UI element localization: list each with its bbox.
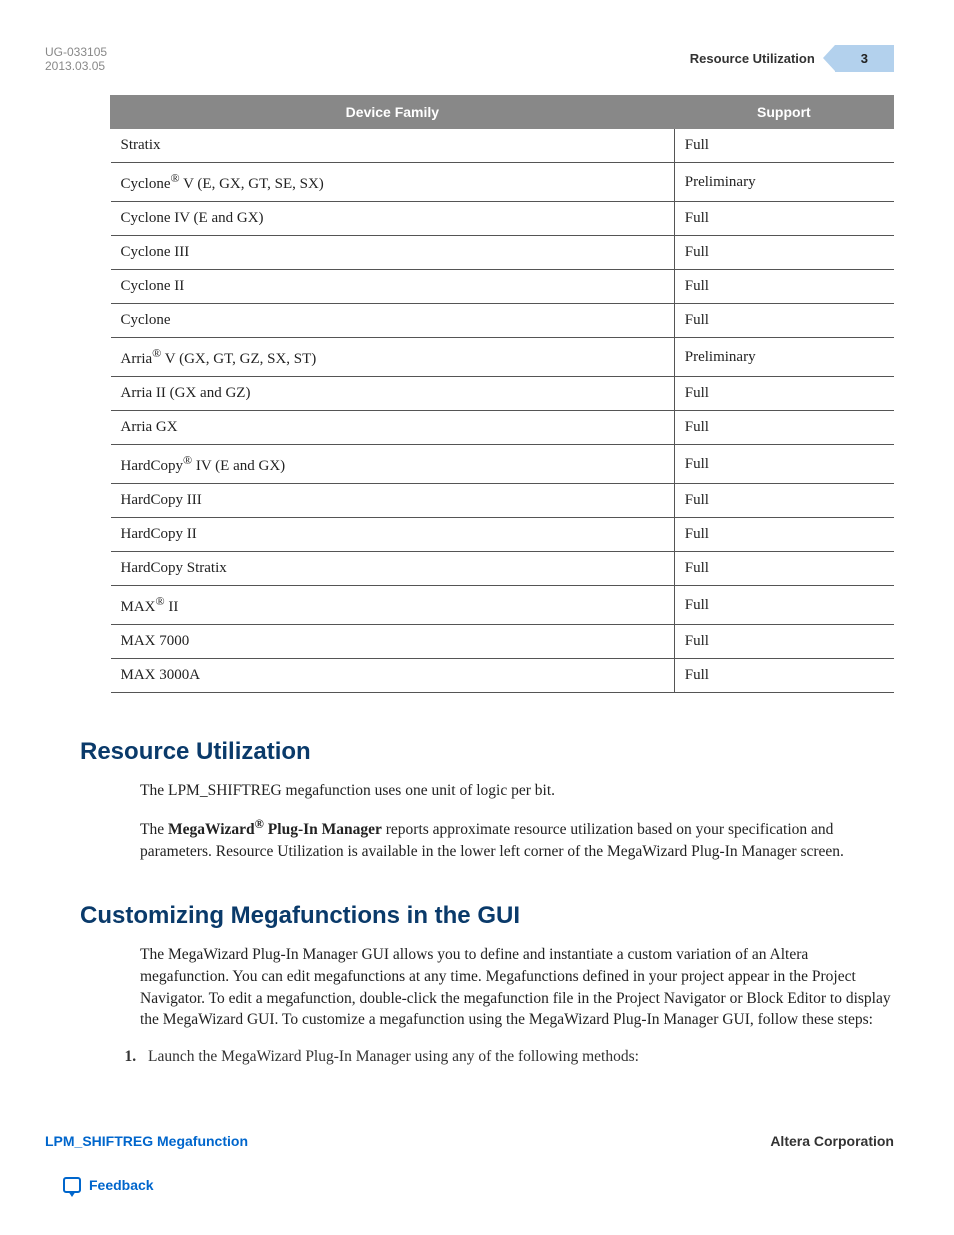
resource-p1: The LPM_SHIFTREG megafunction uses one u… xyxy=(140,780,894,802)
support-cell: Full xyxy=(674,552,893,586)
section-customizing: Customizing Megafunctions in the GUI The… xyxy=(45,902,894,1068)
device-family-cell: Cyclone III xyxy=(111,236,675,270)
support-cell: Preliminary xyxy=(674,163,893,202)
heading-resource: Resource Utilization xyxy=(80,738,894,766)
section-title: Resource Utilization xyxy=(690,51,835,66)
header-right: Resource Utilization 3 xyxy=(690,45,894,72)
comment-icon xyxy=(63,1177,81,1193)
device-family-cell: MAX 7000 xyxy=(111,625,675,659)
support-cell: Full xyxy=(674,659,893,693)
table-row: Cyclone IIIFull xyxy=(111,236,894,270)
doc-id: UG-033105 xyxy=(45,45,107,59)
table-row: MAX 7000Full xyxy=(111,625,894,659)
feedback-link[interactable]: Feedback xyxy=(63,1177,894,1193)
table-row: Cyclone IV (E and GX)Full xyxy=(111,202,894,236)
table-row: Cyclone IIFull xyxy=(111,270,894,304)
device-family-cell: Arria GX xyxy=(111,411,675,445)
device-family-cell: Stratix xyxy=(111,129,675,163)
page-footer: LPM_SHIFTREG Megafunction Altera Corpora… xyxy=(45,1133,894,1193)
support-cell: Full xyxy=(674,270,893,304)
footer-company: Altera Corporation xyxy=(770,1133,894,1149)
table-header-family: Device Family xyxy=(111,96,675,129)
table-header-support: Support xyxy=(674,96,893,129)
table-row: HardCopy StratixFull xyxy=(111,552,894,586)
support-cell: Full xyxy=(674,445,893,484)
table-row: HardCopy® IV (E and GX)Full xyxy=(111,445,894,484)
support-cell: Full xyxy=(674,236,893,270)
feedback-label: Feedback xyxy=(89,1177,154,1193)
device-family-cell: Cyclone® V (E, GX, GT, SE, SX) xyxy=(111,163,675,202)
device-family-cell: HardCopy II xyxy=(111,518,675,552)
device-family-cell: HardCopy Stratix xyxy=(111,552,675,586)
table-row: StratixFull xyxy=(111,129,894,163)
support-cell: Full xyxy=(674,411,893,445)
device-family-cell: HardCopy III xyxy=(111,484,675,518)
support-cell: Full xyxy=(674,304,893,338)
table-row: HardCopy IIIFull xyxy=(111,484,894,518)
device-family-cell: Cyclone IV (E and GX) xyxy=(111,202,675,236)
doc-date: 2013.03.05 xyxy=(45,59,107,73)
resource-p2: The MegaWizard® Plug-In Manager reports … xyxy=(140,816,894,863)
support-cell: Full xyxy=(674,518,893,552)
support-cell: Full xyxy=(674,484,893,518)
step-1: Launch the MegaWizard Plug-In Manager us… xyxy=(140,1045,894,1068)
support-cell: Full xyxy=(674,377,893,411)
table-row: Arria® V (GX, GT, GZ, SX, ST)Preliminary xyxy=(111,338,894,377)
table-row: MAX 3000AFull xyxy=(111,659,894,693)
support-cell: Full xyxy=(674,129,893,163)
device-family-cell: Cyclone xyxy=(111,304,675,338)
device-support-table: Device Family Support StratixFullCyclone… xyxy=(110,95,894,693)
table-row: Arria GXFull xyxy=(111,411,894,445)
support-cell: Full xyxy=(674,625,893,659)
support-cell: Full xyxy=(674,202,893,236)
device-family-cell: MAX 3000A xyxy=(111,659,675,693)
device-family-cell: HardCopy® IV (E and GX) xyxy=(111,445,675,484)
heading-customizing: Customizing Megafunctions in the GUI xyxy=(80,902,894,930)
device-family-cell: Cyclone II xyxy=(111,270,675,304)
support-table-wrap: Device Family Support StratixFullCyclone… xyxy=(110,95,894,693)
device-family-cell: Arria® V (GX, GT, GZ, SX, ST) xyxy=(111,338,675,377)
table-row: CycloneFull xyxy=(111,304,894,338)
support-cell: Preliminary xyxy=(674,338,893,377)
table-row: Arria II (GX and GZ)Full xyxy=(111,377,894,411)
page-header: UG-033105 2013.03.05 Resource Utilizatio… xyxy=(45,45,894,73)
customizing-p1: The MegaWizard Plug-In Manager GUI allow… xyxy=(140,944,894,1031)
support-cell: Full xyxy=(674,586,893,625)
footer-doc-title[interactable]: LPM_SHIFTREG Megafunction xyxy=(45,1133,278,1149)
table-row: Cyclone® V (E, GX, GT, SE, SX)Preliminar… xyxy=(111,163,894,202)
table-row: MAX® IIFull xyxy=(111,586,894,625)
device-family-cell: Arria II (GX and GZ) xyxy=(111,377,675,411)
page-number-badge: 3 xyxy=(835,45,894,72)
steps-list: Launch the MegaWizard Plug-In Manager us… xyxy=(140,1045,894,1068)
section-resource-utilization: Resource Utilization The LPM_SHIFTREG me… xyxy=(45,738,894,862)
table-row: HardCopy IIFull xyxy=(111,518,894,552)
device-family-cell: MAX® II xyxy=(111,586,675,625)
doc-meta: UG-033105 2013.03.05 xyxy=(45,45,107,73)
